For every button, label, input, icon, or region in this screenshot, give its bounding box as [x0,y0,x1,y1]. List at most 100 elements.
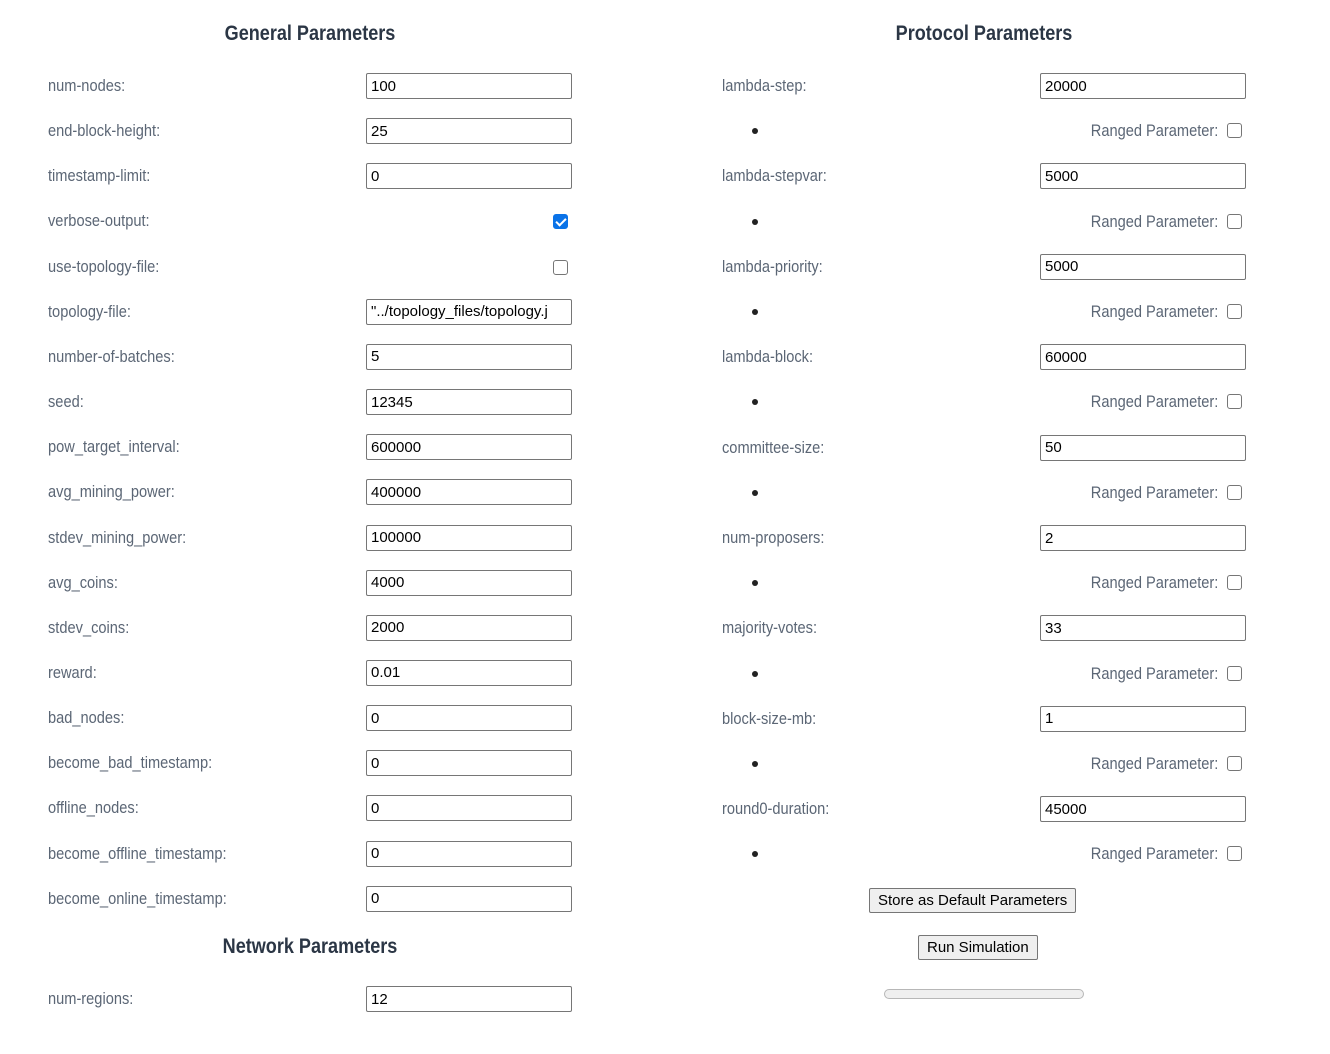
stdev-coins-input[interactable] [366,614,572,641]
bullet-icon [752,218,758,225]
ranged-parameter-label: Ranged Parameter: [1090,482,1218,502]
param-label-lambda-priority: lambda-priority: [722,256,823,276]
avg-mining-power-input[interactable] [366,479,572,506]
param-label-avg-mining-power: avg_mining_power: [48,482,175,502]
ranged-committee-size-checkbox[interactable] [1227,484,1242,500]
verbose-output-checkbox[interactable] [553,214,568,230]
param-row-lambda-priority: lambda-priority: [670,253,1330,280]
param-row-use-topology-file: use-topology-file: [0,254,620,280]
become-bad-timestamp-input[interactable] [366,750,572,777]
param-label-num-proposers: num-proposers: [722,528,825,547]
param-row-num-nodes: num-nodes: [0,73,620,99]
majority-votes-input[interactable] [1040,615,1246,642]
param-row-stdev-mining-power: stdev_mining_power: [0,524,620,551]
reward-input[interactable] [366,659,572,686]
param-row-verbose-output: verbose-output: [0,208,620,234]
ranged-round0-duration-checkbox[interactable] [1227,846,1242,862]
bullet-icon [752,489,758,496]
num-nodes-input[interactable] [366,73,572,99]
bullet-icon [752,670,758,677]
end-block-height-input[interactable] [366,118,572,145]
ranged-row-round0-duration: Ranged Parameter: [670,841,1330,867]
param-row-number-of-batches: number-of-batches: [0,343,620,370]
ranged-parameter-label: Ranged Parameter: [1090,302,1218,321]
ranged-row-committee-size: Ranged Parameter: [670,480,1330,506]
round0-duration-input[interactable] [1040,796,1246,823]
ranged-lambda-priority-checkbox[interactable] [1227,304,1242,319]
bullet-icon [752,761,758,767]
param-label-block-size-mb: block-size-mb: [722,708,817,728]
num-regions-input[interactable] [366,986,572,1012]
committee-size-input[interactable] [1040,434,1246,461]
param-label-lambda-step: lambda-step: [722,76,807,95]
number-of-batches-input[interactable] [366,343,572,370]
param-label-committee-size: committee-size: [722,437,825,457]
ranged-parameter-label: Ranged Parameter: [1090,573,1218,593]
become-offline-timestamp-input[interactable] [366,840,572,867]
param-row-lambda-block: lambda-block: [670,344,1330,371]
param-label-use-topology-file: use-topology-file: [48,256,160,276]
ranged-lambda-block-checkbox[interactable] [1227,394,1242,410]
param-label-become-offline-timestamp: become_offline_timestamp: [48,843,227,863]
bullet-icon [752,309,758,315]
ranged-row-majority-votes: Ranged Parameter: [670,661,1330,687]
param-row-num-regions: num-regions: [0,986,620,1012]
bullet-icon [752,580,758,587]
lambda-step-input[interactable] [1040,73,1246,99]
param-label-end-block-height: end-block-height: [48,121,161,141]
simulation-progress-bar [884,989,1084,999]
num-proposers-input[interactable] [1040,525,1246,551]
param-row-committee-size: committee-size: [670,434,1330,461]
ranged-lambda-stepvar-checkbox[interactable] [1227,213,1242,229]
ranged-num-proposers-checkbox[interactable] [1227,575,1242,591]
param-label-become-bad-timestamp: become_bad_timestamp: [48,753,213,773]
param-label-round0-duration: round0-duration: [722,799,830,819]
param-row-majority-votes: majority-votes: [670,615,1330,642]
store-default-parameters-button[interactable]: Store as Default Parameters [869,888,1077,913]
param-row-end-block-height: end-block-height: [0,118,620,145]
topology-file-input[interactable] [366,298,572,325]
ranged-block-size-mb-checkbox[interactable] [1227,756,1242,771]
param-row-avg-mining-power: avg_mining_power: [0,479,620,506]
become-online-timestamp-input[interactable] [366,885,572,912]
network-parameters-title: Network Parameters [222,935,398,958]
pow-target-interval-input[interactable] [366,434,572,461]
general-parameters-title: General Parameters [224,22,396,45]
run-simulation-button[interactable]: Run Simulation [918,935,1038,960]
param-label-seed: seed: [48,392,84,412]
param-row-reward: reward: [0,659,620,686]
ranged-parameter-label: Ranged Parameter: [1090,392,1218,412]
param-label-verbose-output: verbose-output: [48,211,150,231]
lambda-block-input[interactable] [1040,344,1246,371]
param-label-pow-target-interval: pow_target_interval: [48,437,180,457]
param-label-lambda-block: lambda-block: [722,347,814,367]
ranged-row-block-size-mb: Ranged Parameter: [670,751,1330,777]
ranged-lambda-step-checkbox[interactable] [1227,123,1242,139]
avg-coins-input[interactable] [366,569,572,596]
param-row-avg-coins: avg_coins: [0,569,620,596]
param-label-topology-file: topology-file: [48,301,131,321]
stdev-mining-power-input[interactable] [366,524,572,551]
timestamp-limit-input[interactable] [366,163,572,190]
param-row-num-proposers: num-proposers: [670,525,1330,551]
bullet-icon [752,851,758,858]
seed-input[interactable] [366,389,572,416]
use-topology-file-checkbox[interactable] [553,259,568,275]
bad-nodes-input[interactable] [366,705,572,732]
param-row-become-offline-timestamp: become_offline_timestamp: [0,840,620,867]
offline-nodes-input[interactable] [366,795,572,822]
ranged-majority-votes-checkbox[interactable] [1227,665,1242,681]
lambda-stepvar-input[interactable] [1040,163,1246,190]
protocol-parameters-title: Protocol Parameters [895,22,1073,45]
ranged-parameter-label: Ranged Parameter: [1090,121,1218,141]
ranged-row-lambda-step: Ranged Parameter: [670,118,1330,144]
param-label-offline-nodes: offline_nodes: [48,798,139,818]
ranged-row-num-proposers: Ranged Parameter: [670,570,1330,596]
block-size-mb-input[interactable] [1040,705,1246,732]
bullet-icon [752,128,758,135]
ranged-parameter-label: Ranged Parameter: [1090,663,1218,683]
param-row-lambda-step: lambda-step: [670,73,1330,99]
lambda-priority-input[interactable] [1040,253,1246,280]
param-row-block-size-mb: block-size-mb: [670,705,1330,732]
param-label-number-of-batches: number-of-batches: [48,346,175,366]
